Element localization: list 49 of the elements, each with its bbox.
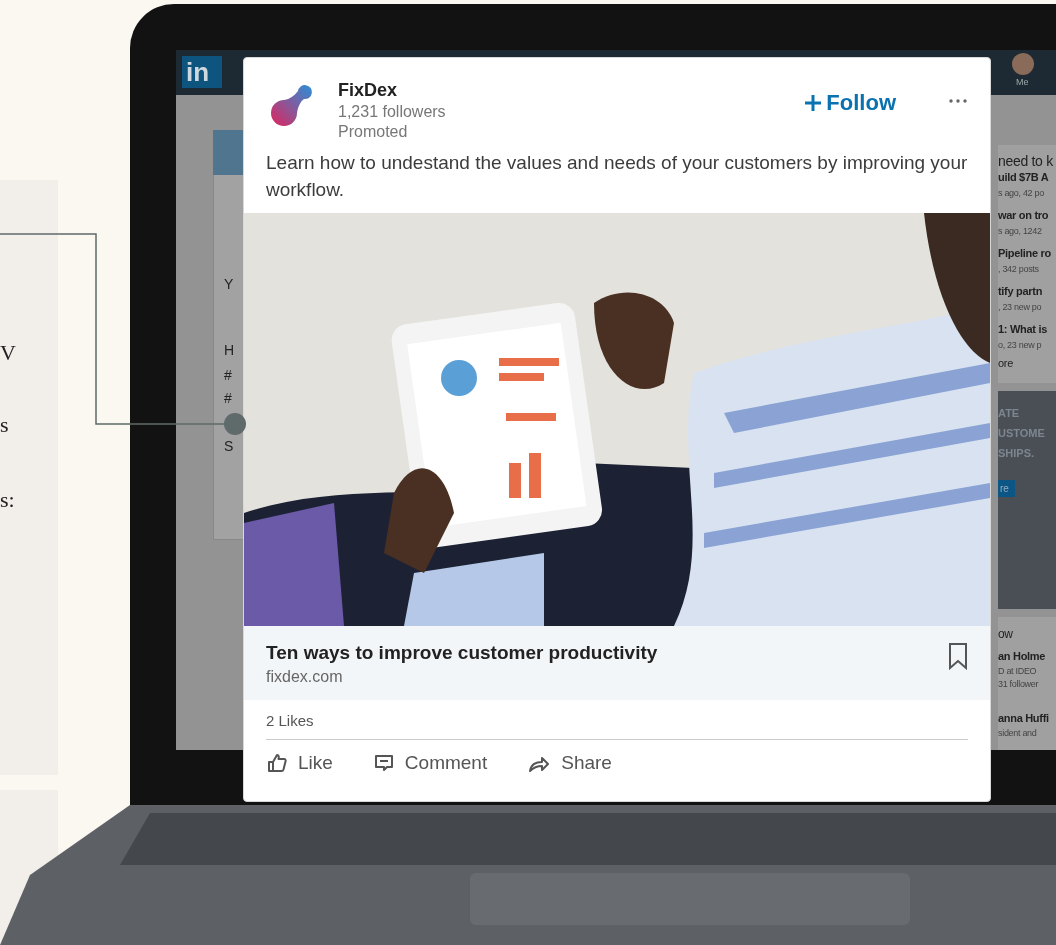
ad-text: ATE	[998, 407, 1020, 419]
card-text: S	[224, 438, 234, 454]
body-text: s	[0, 412, 9, 438]
card-text: #	[224, 390, 232, 406]
news-meta: , 23 new po	[998, 302, 1042, 312]
thumbs-up-icon	[266, 752, 288, 774]
news-headline[interactable]: tify partn	[998, 285, 1043, 297]
plus-icon	[804, 94, 823, 112]
article-domain: fixdex.com	[266, 668, 344, 686]
follow-title: ow	[998, 627, 1013, 641]
bookmark-icon[interactable]	[948, 642, 968, 670]
news-headline[interactable]: 1: What is	[998, 323, 1047, 335]
card-text: Y	[224, 276, 234, 292]
card-text: H	[224, 342, 235, 358]
promoted-label: Promoted	[338, 123, 409, 141]
article-title[interactable]: Ten ways to improve customer productivity	[266, 642, 948, 664]
post-text: Learn how to undestand the values and needs of your customers by improving your workflow.	[265, 151, 969, 202]
person-meta: sident and	[998, 728, 1037, 738]
like-button[interactable]: Like	[266, 752, 333, 774]
news-title: need to k	[998, 153, 1053, 169]
likes-count[interactable]: 2 Likes	[266, 712, 968, 740]
ad-text: SHIPS.	[998, 447, 1035, 459]
news-headline[interactable]: Pipeline ro	[998, 247, 1051, 259]
card-text: #	[224, 367, 232, 383]
body-text: V	[0, 340, 16, 366]
person-meta: 31 follower	[998, 679, 1039, 689]
share-button[interactable]: Share	[527, 752, 612, 774]
body-text: s:	[0, 487, 15, 513]
person-meta: D at IDEO	[998, 666, 1037, 676]
news-headline[interactable]: uild $7B A	[998, 171, 1049, 183]
logo[interactable]: in	[182, 56, 222, 88]
news-meta: o, 23 new p	[998, 340, 1042, 350]
more-icon[interactable]	[948, 98, 968, 104]
person-name[interactable]: anna Huffi	[998, 712, 1049, 724]
me-label[interactable]: Me	[1016, 77, 1029, 87]
ad-button[interactable]: re	[998, 480, 1015, 497]
person-name[interactable]: an Holme	[998, 650, 1046, 662]
comment-button[interactable]: Comment	[372, 752, 488, 774]
news-meta: s ago, 42 po	[998, 188, 1044, 198]
show-more-link[interactable]: ore	[998, 357, 1013, 369]
news-meta: s ago, 1242	[998, 226, 1042, 236]
follow-button[interactable]: Follow	[804, 90, 896, 116]
news-headline[interactable]: war on tro	[998, 209, 1049, 221]
ad-text: USTOME	[998, 427, 1045, 439]
comment-icon	[372, 752, 395, 774]
company-name[interactable]: FixDex	[338, 80, 783, 101]
callout-dot	[224, 413, 246, 435]
news-meta: , 342 posts	[998, 264, 1039, 274]
follower-count: 1,231 followers	[338, 103, 447, 121]
